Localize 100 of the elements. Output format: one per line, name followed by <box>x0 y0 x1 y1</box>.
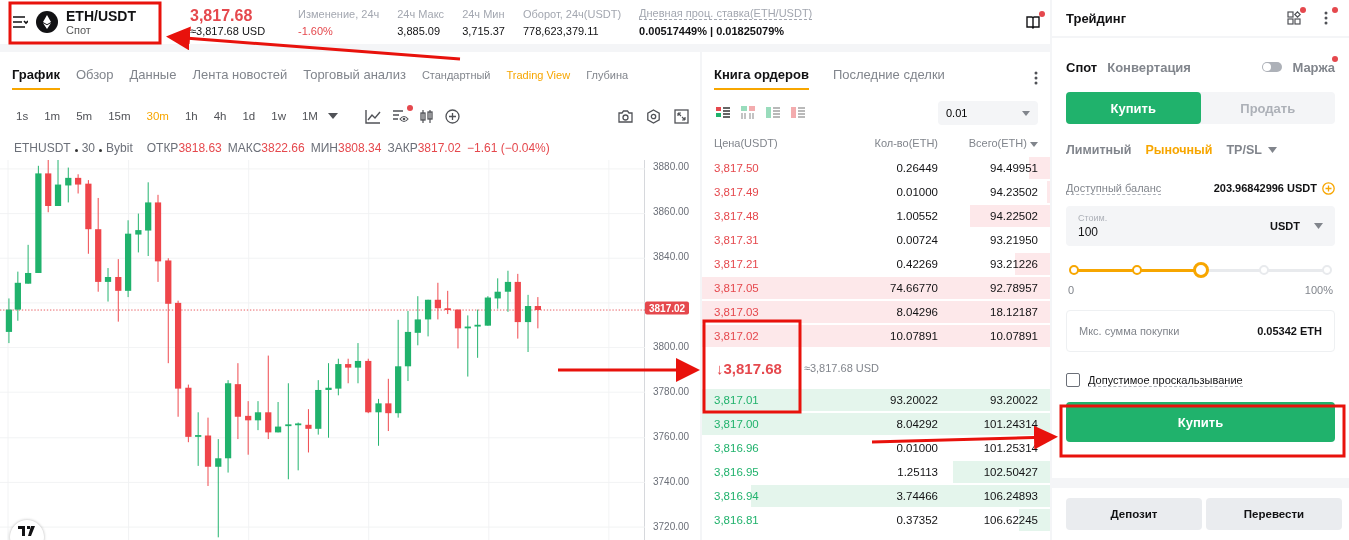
order-type-tab[interactable]: TP/SL <box>1226 143 1277 157</box>
quantity-cell-text: 74.66770 <box>889 282 938 294</box>
caret-icon[interactable] <box>1314 223 1323 229</box>
slippage-label[interactable]: Допустимое проскальзывание <box>1088 373 1243 387</box>
quantity-cell-text: 0.01000 <box>895 186 938 198</box>
mid-price: ↓3,817.68 <box>716 359 782 377</box>
interval-button[interactable]: 1w <box>265 108 292 124</box>
interval-button[interactable]: 1m <box>38 108 67 124</box>
quantity-cell-text: 0.01000 <box>895 442 938 454</box>
margin-toggle[interactable] <box>1262 62 1283 72</box>
line-chart-icon[interactable] <box>364 108 381 124</box>
step-select[interactable]: 0.01 <box>938 101 1038 125</box>
slippage-checkbox[interactable] <box>1066 373 1080 387</box>
stat-value: 3,715.37 <box>462 24 505 37</box>
chart-tab[interactable]: Торговый анализ <box>303 66 406 90</box>
balance-label: Доступный баланс <box>1066 181 1162 195</box>
legend-value: 3822.66 <box>261 141 305 155</box>
column-header[interactable]: Всего(ETH) <box>938 137 1038 149</box>
candle <box>295 422 302 471</box>
legend-value: 3817.02 <box>417 141 462 155</box>
mid-price-usd: ≈3,817.68 USD <box>803 362 880 374</box>
indicators-icon[interactable] <box>392 109 410 123</box>
legend-label: ЗАКР <box>387 141 418 155</box>
pair-name[interactable]: ETH/USDT <box>66 8 136 24</box>
total-cell-text: 102.50427 <box>982 466 1038 478</box>
total-cell-text: 101.25314 <box>982 442 1038 454</box>
total-cell-text: 93.20022 <box>989 394 1038 406</box>
ethereum-icon <box>36 11 58 33</box>
total-cell-text: 94.22502 <box>989 210 1038 222</box>
chart-tab[interactable]: Данные <box>129 66 177 90</box>
price-cell-text: 3,816.96 <box>714 442 760 454</box>
caret-icon <box>1022 110 1030 116</box>
total-cell-text: 94.23502 <box>989 186 1038 198</box>
camera-icon[interactable] <box>617 109 633 123</box>
current-price-tag: 3817.02 <box>645 301 690 315</box>
chart-tab[interactable]: График <box>12 66 60 90</box>
interval-button[interactable]: 1d <box>236 108 262 124</box>
footer-button[interactable]: Депозит <box>1066 498 1202 530</box>
legend-change: −1.61 (−0.04%) <box>467 141 550 155</box>
slider-min-label: 0 <box>1068 284 1075 296</box>
chart-tab[interactable]: Обзор <box>75 66 114 90</box>
footer-button[interactable]: Перевести <box>1206 498 1342 530</box>
book-icon[interactable] <box>1026 15 1040 29</box>
price-cell-text: 3,817.31 <box>714 234 760 246</box>
order-book-tab[interactable]: Последние сделки <box>832 66 945 90</box>
add-icon[interactable] <box>445 108 461 124</box>
separator-dot-icon <box>74 148 78 152</box>
interval-button[interactable]: 1M <box>295 108 324 124</box>
order-book-tab[interactable]: Книга ордеров <box>714 66 809 90</box>
menu-icon[interactable] <box>12 15 28 29</box>
candle <box>135 213 142 253</box>
mode-tab[interactable]: Конвертация <box>1107 59 1191 75</box>
settings-icon[interactable] <box>645 108 661 124</box>
axis-label: 3780.00 <box>653 385 690 397</box>
interval-button[interactable]: 1s <box>10 108 35 124</box>
candle <box>494 277 501 310</box>
stat-value: 778,623,379.11 <box>522 24 600 37</box>
candle <box>504 270 512 313</box>
candlestick-icon[interactable] <box>419 108 434 124</box>
candle <box>484 295 491 327</box>
amount-field[interactable]: Стоим. 100 USDT <box>1066 206 1335 246</box>
order-book-layout-icon[interactable] <box>716 106 731 120</box>
quantity-cell-text: 1.25113 <box>896 466 938 478</box>
axis-label: 3760.00 <box>653 430 690 442</box>
candle <box>315 379 322 436</box>
legend-interval: 30 <box>81 141 96 155</box>
legend-symbol: ETHUSDT <box>14 141 71 155</box>
slider-thumb[interactable] <box>1192 262 1209 278</box>
separator-dot-icon <box>99 148 103 152</box>
legend-label: МИН <box>310 141 338 155</box>
interval-button[interactable]: 15m <box>102 108 137 124</box>
stat-label: Дневная проц. ставка(ETH/USDT) <box>639 7 813 20</box>
fullscreen-icon[interactable] <box>673 108 689 124</box>
chart-view-tab[interactable]: Стандартный <box>421 69 491 87</box>
quantity-cell-text: 0.42269 <box>895 258 938 270</box>
mode-tab[interactable]: Спот <box>1066 59 1098 75</box>
total-cell-text: 93.21950 <box>989 234 1038 246</box>
chart-tab[interactable]: Лента новостей <box>192 66 288 90</box>
candle <box>195 411 202 467</box>
max-buy-label: Мкс. сумма покупки <box>1079 325 1180 337</box>
chart-view-tab[interactable]: Глубина <box>586 69 629 87</box>
market-type: Спот <box>66 24 92 36</box>
axis-label: 3860.00 <box>653 205 690 217</box>
interval-button[interactable]: 5m <box>70 108 99 124</box>
slider-step-mark[interactable] <box>1132 265 1143 275</box>
order-type-tab[interactable]: Лимитный <box>1066 143 1132 157</box>
quantity-cell-text: 0.26449 <box>895 162 938 174</box>
quantity-cell-text: 8.04296 <box>895 306 938 318</box>
caret-icon[interactable] <box>327 113 338 119</box>
column-header: Цена(USDT) <box>714 137 779 149</box>
slider-step-mark[interactable] <box>1069 265 1079 275</box>
currency-label[interactable]: USDT <box>1270 220 1300 232</box>
interval-button[interactable]: 4h <box>207 108 233 124</box>
candle <box>385 378 392 432</box>
candle <box>54 160 62 207</box>
interval-button[interactable]: 1h <box>178 108 204 124</box>
price-usd: ≈3,817.68 USD <box>190 25 267 37</box>
widgets-icon[interactable] <box>1287 11 1301 25</box>
total-cell-text: 106.24893 <box>982 490 1038 502</box>
stat-label: 24ч Мин <box>462 7 505 20</box>
